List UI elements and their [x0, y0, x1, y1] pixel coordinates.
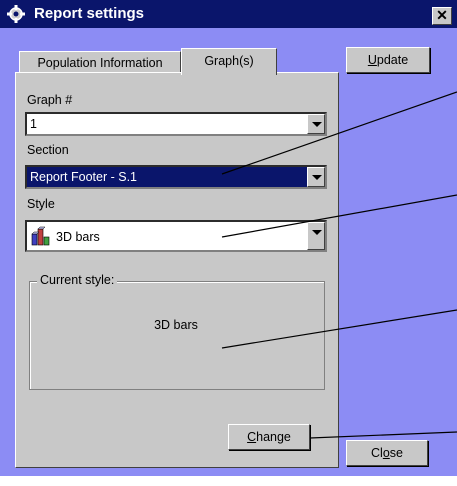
close-mnemonic: o	[382, 446, 390, 460]
current-style-legend: Current style:	[37, 273, 118, 287]
tab-population-information[interactable]: Population Information	[19, 51, 181, 74]
dialog-window: Report settings ✕ Population Information…	[0, 0, 457, 476]
close-window-button[interactable]: ✕	[432, 7, 452, 25]
change-label-rest: hange	[256, 430, 291, 444]
section-dropdown[interactable]: Report Footer - S.1	[25, 165, 327, 189]
tab-graphs[interactable]: Graph(s)	[181, 48, 277, 75]
change-button[interactable]: Change	[228, 424, 310, 450]
graph-number-label: Graph #	[27, 93, 73, 107]
style-value: 3D bars	[56, 230, 100, 244]
chevron-down-icon[interactable]	[307, 222, 325, 250]
change-mnemonic: C	[247, 430, 257, 444]
settings-app-icon	[7, 5, 25, 23]
current-style-value: 3D bars	[154, 318, 198, 332]
update-button[interactable]: Update	[346, 47, 430, 73]
chevron-down-icon[interactable]	[307, 167, 325, 187]
section-value: Report Footer - S.1	[30, 170, 137, 184]
close-button[interactable]: Close	[346, 440, 428, 466]
title-bar: Report settings ✕	[0, 0, 457, 28]
graph-number-dropdown[interactable]: 1	[25, 112, 327, 136]
section-label: Section	[27, 143, 69, 157]
chevron-down-icon[interactable]	[307, 114, 325, 134]
update-label-rest: pdate	[376, 53, 409, 67]
style-label: Style	[27, 197, 55, 211]
update-mnemonic: U	[367, 53, 377, 67]
graph-number-value: 1	[30, 117, 37, 131]
3d-bars-chart-icon	[31, 226, 50, 246]
close-label-start: Cl	[371, 446, 383, 460]
style-dropdown[interactable]: 3D bars	[25, 220, 327, 252]
window-title: Report settings	[34, 5, 145, 22]
current-style-groupbox	[29, 281, 325, 390]
close-label-end: se	[389, 446, 403, 460]
